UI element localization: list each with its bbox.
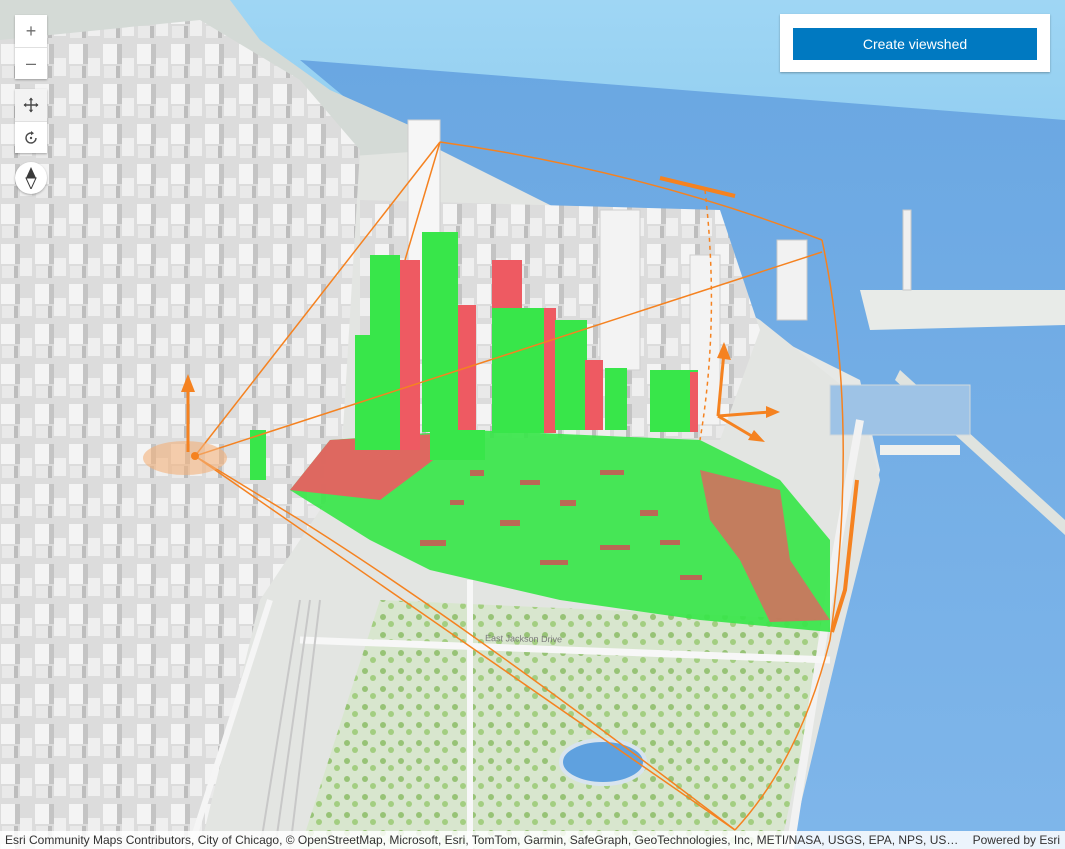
street-label-east-jackson: East Jackson Drive xyxy=(485,633,562,644)
create-viewshed-button[interactable]: Create viewshed xyxy=(793,28,1037,60)
observer-point xyxy=(191,452,199,460)
breakwater xyxy=(880,445,960,455)
rotate-button[interactable] xyxy=(15,121,47,153)
map-scene-view[interactable]: East Jackson Drive xyxy=(0,0,1065,849)
scene-canvas[interactable]: East Jackson Drive xyxy=(0,0,1065,849)
zoom-out-button[interactable]: – xyxy=(15,47,47,79)
tower-lakeshore xyxy=(776,239,808,321)
tall-tower-b xyxy=(599,209,641,371)
rotate-icon xyxy=(25,130,37,144)
tower-spire xyxy=(902,209,912,291)
minus-icon: – xyxy=(25,53,36,73)
pan-arrows-icon xyxy=(23,97,39,113)
buckingham-fountain-pool xyxy=(559,738,647,786)
attribution-credits[interactable]: Esri Community Maps Contributors, City o… xyxy=(5,833,959,847)
powered-by-esri-link[interactable]: Powered by Esri xyxy=(959,833,1060,847)
attribution-bar[interactable]: Esri Community Maps Contributors, City o… xyxy=(0,831,1065,849)
viewshed-panel: Create viewshed xyxy=(780,14,1050,72)
pan-button[interactable] xyxy=(15,89,47,121)
compass-button[interactable] xyxy=(15,162,47,194)
zoom-in-button[interactable]: + xyxy=(15,15,47,47)
marina xyxy=(829,384,971,436)
navigation-toggle xyxy=(15,89,47,153)
pier xyxy=(860,290,1065,330)
compass-icon xyxy=(25,167,37,189)
zoom-widget: + – xyxy=(15,15,47,79)
observer-disc xyxy=(143,441,227,475)
plus-icon: + xyxy=(25,20,37,41)
